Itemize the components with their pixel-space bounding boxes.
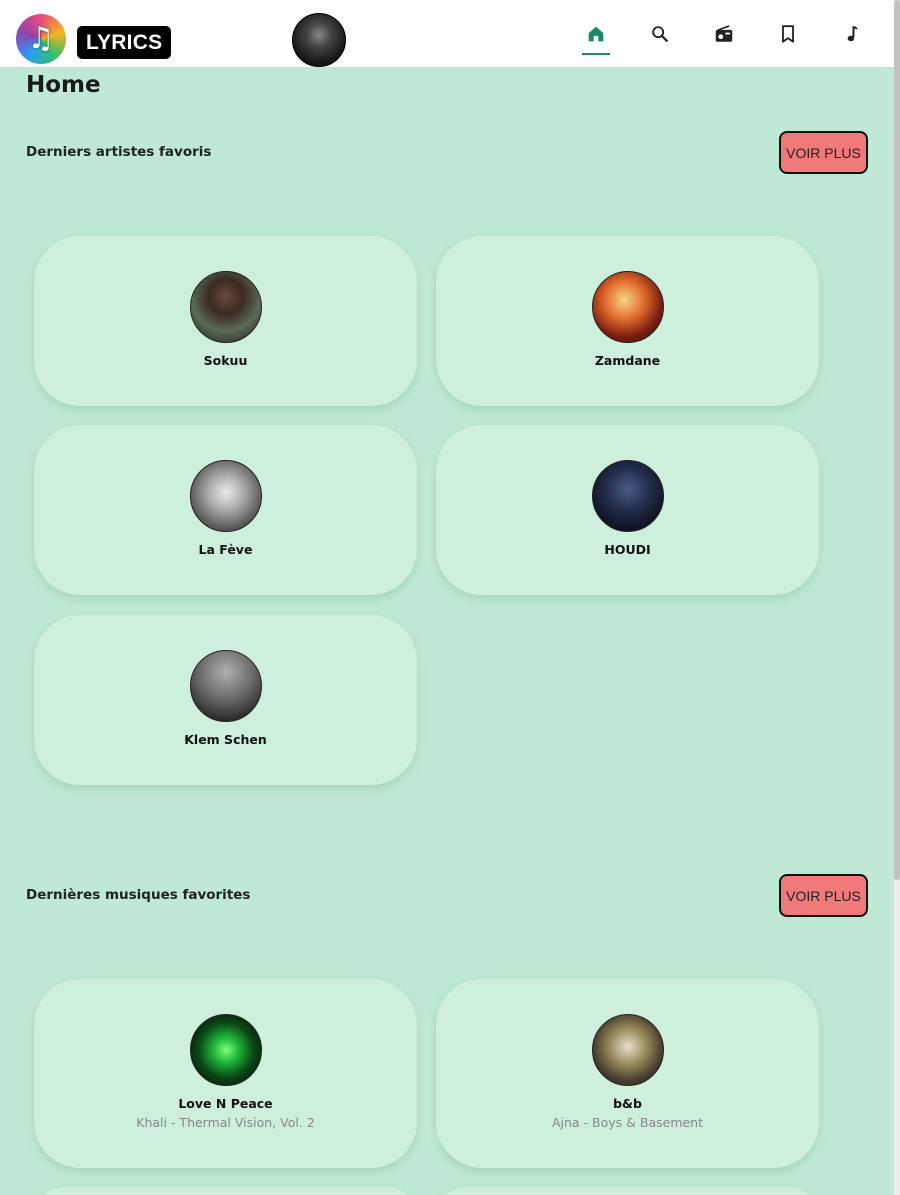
page-title: Home bbox=[26, 72, 101, 98]
track-cover bbox=[592, 1014, 664, 1086]
artist-avatar bbox=[592, 460, 664, 532]
artist-name: Klem Schen bbox=[184, 732, 267, 747]
home-icon bbox=[588, 26, 604, 42]
artist-name: Sokuu bbox=[203, 353, 248, 368]
track-card-love-n-peace[interactable]: Love N Peace Khali - Thermal Vision, Vol… bbox=[34, 979, 417, 1168]
artist-name: HOUDI bbox=[604, 542, 651, 557]
track-subtitle: Ajna - Boys & Basement bbox=[551, 1115, 704, 1130]
artist-card-zamdane[interactable]: Zamdane bbox=[436, 236, 819, 406]
brand-label[interactable]: LYRICS bbox=[77, 26, 172, 59]
artists-voir-plus-button[interactable]: VOIR PLUS bbox=[779, 131, 868, 174]
track-cover bbox=[190, 1014, 262, 1086]
track-card-b-and-b[interactable]: b&b Ajna - Boys & Basement bbox=[436, 979, 819, 1168]
track-card-partial[interactable] bbox=[34, 1187, 417, 1195]
music-note-icon bbox=[847, 26, 858, 42]
page-scrollbar[interactable] bbox=[894, 0, 900, 1195]
artist-avatar bbox=[190, 460, 262, 532]
search-icon bbox=[652, 26, 668, 42]
artist-avatar bbox=[592, 271, 664, 343]
artist-avatar bbox=[190, 271, 262, 343]
artist-card-la-feve[interactable]: La Fève bbox=[34, 425, 417, 595]
radio-icon bbox=[715, 25, 733, 42]
nav-home[interactable] bbox=[576, 0, 616, 68]
top-bar: ♫ LYRICS bbox=[0, 0, 894, 68]
nav-radio[interactable] bbox=[704, 0, 744, 68]
nav-search[interactable] bbox=[640, 0, 680, 68]
favorite-artists-heading: Derniers artistes favoris bbox=[26, 144, 212, 160]
nav-bookmarks[interactable] bbox=[768, 0, 808, 68]
favorite-tracks-heading: Dernières musiques favorites bbox=[26, 887, 251, 903]
nav-music[interactable] bbox=[832, 0, 872, 68]
track-subtitle: Khali - Thermal Vision, Vol. 2 bbox=[136, 1115, 315, 1130]
scrollbar-thumb[interactable] bbox=[894, 0, 900, 880]
user-avatar[interactable] bbox=[292, 13, 346, 67]
track-title: b&b bbox=[613, 1096, 642, 1111]
track-card-partial[interactable] bbox=[436, 1187, 819, 1195]
artist-avatar bbox=[190, 650, 262, 722]
app-logo[interactable]: ♫ bbox=[16, 14, 66, 64]
bookmark-icon bbox=[782, 25, 794, 43]
music-note-logo-icon: ♫ bbox=[27, 21, 55, 56]
artist-name: La Fève bbox=[198, 542, 253, 557]
artist-name: Zamdane bbox=[594, 353, 661, 368]
artist-card-sokuu[interactable]: Sokuu bbox=[34, 236, 417, 406]
track-title: Love N Peace bbox=[178, 1096, 273, 1111]
artist-card-klem-schen[interactable]: Klem Schen bbox=[34, 615, 417, 785]
tracks-voir-plus-button[interactable]: VOIR PLUS bbox=[779, 874, 868, 917]
artist-card-houdi[interactable]: HOUDI bbox=[436, 425, 819, 595]
